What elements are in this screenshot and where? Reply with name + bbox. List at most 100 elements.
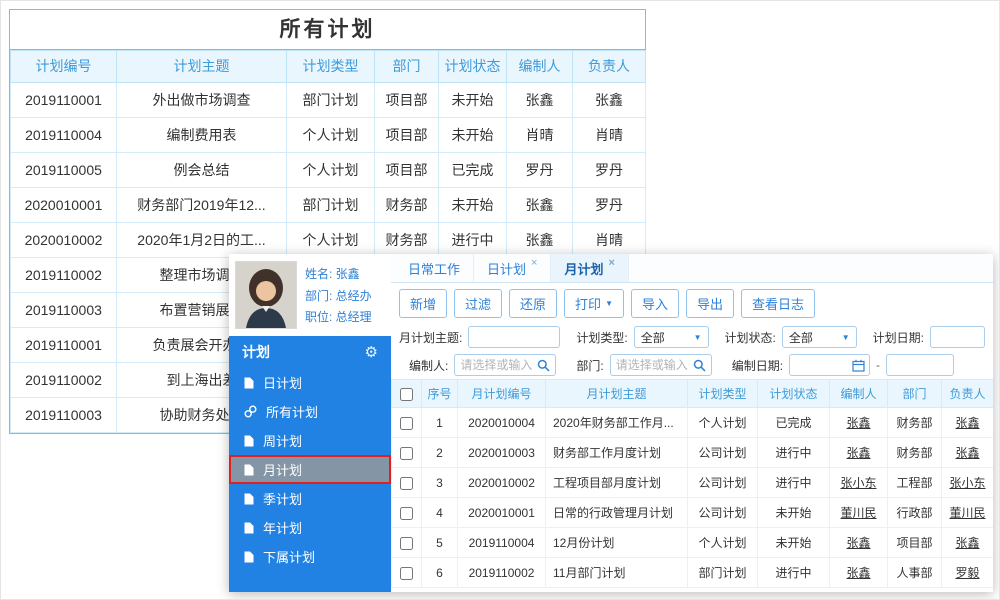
sidebar-item-quarterly-plan[interactable]: 季计划 — [229, 484, 391, 513]
plan-subject-link[interactable]: 工程项目部月度计划 — [545, 467, 688, 498]
select-all-checkbox[interactable] — [400, 387, 413, 401]
close-icon[interactable]: × — [608, 257, 614, 269]
table-cell: 肖晴 — [572, 222, 646, 258]
dept-input[interactable] — [610, 356, 693, 374]
sidebar-item-yearly-plan[interactable]: 年计划 — [229, 513, 391, 542]
table-cell: 2020010002 — [10, 222, 117, 258]
view-log-button[interactable]: 查看日志 — [741, 289, 816, 318]
table-cell: 罗丹 — [506, 152, 573, 188]
plan-id-link[interactable]: 2019110002 — [457, 557, 546, 588]
sidebar-item-daily-plan[interactable]: 日计划 — [229, 368, 391, 397]
row-checkbox[interactable] — [400, 566, 413, 580]
table-cell: 张鑫 — [506, 82, 573, 118]
tab-daily-work[interactable]: 日常工作 — [395, 254, 475, 282]
table-row[interactable]: 2019110005 例会总结 个人计划 项目部 已完成 罗丹 罗丹 — [10, 152, 646, 188]
compiler-link[interactable]: 张鑫 — [829, 407, 888, 438]
compile-date-to — [886, 354, 955, 376]
plan-subject-link[interactable]: 2020年财务部工作月... — [545, 407, 688, 438]
print-button[interactable]: 打印 ▼ — [564, 289, 624, 318]
owner-link[interactable]: 张鑫 — [941, 437, 993, 468]
row-checkbox[interactable] — [400, 536, 413, 550]
table-row[interactable]: 2019110001 外出做市场调查 部门计划 项目部 未开始 张鑫 张鑫 — [10, 82, 646, 118]
table-row[interactable]: 2019110004 编制费用表 个人计划 项目部 未开始 肖晴 肖晴 — [10, 117, 646, 153]
compiler-link[interactable]: 张鑫 — [829, 437, 888, 468]
search-icon[interactable] — [537, 359, 550, 372]
plan-id-link[interactable]: 2019110004 — [457, 527, 546, 558]
calendar-icon[interactable] — [852, 359, 865, 372]
row-checkbox[interactable] — [400, 416, 413, 430]
plan-row[interactable]: 3 2020010002 工程项目部月度计划 公司计划 进行中 张小东 工程部 张小东 — [391, 467, 993, 498]
plan-subject-link[interactable]: 11月部门计划 — [545, 557, 688, 588]
gear-icon[interactable]: ⚙ — [365, 343, 378, 361]
plan-row[interactable]: 2 2020010003 财务部工作月度计划 公司计划 进行中 张鑫 财务部 张鑫 — [391, 437, 993, 468]
sidebar-item-all-plans[interactable]: 所有计划 — [229, 397, 391, 426]
owner-link[interactable]: 张鑫 — [941, 407, 993, 438]
plan-subject-link[interactable]: 日常的行政管理月计划 — [545, 497, 688, 528]
document-icon — [244, 377, 254, 389]
profile-photo — [235, 261, 297, 329]
table-header-row: 序号 月计划编号 月计划主题 计划类型 计划状态 编制人 部门 负责人 — [391, 379, 993, 408]
compiler-link[interactable]: 张鑫 — [829, 557, 888, 588]
chevron-down-icon: ▼ — [605, 299, 613, 308]
type-filter-label: 计划类型: — [576, 330, 628, 345]
subject-input[interactable] — [468, 326, 561, 348]
plan-date-input[interactable] — [930, 326, 985, 348]
compile-date-from-input[interactable] — [790, 356, 853, 374]
plan-subject-link[interactable]: 12月份计划 — [545, 527, 688, 558]
plan-row[interactable]: 5 2019110004 12月份计划 个人计划 未开始 张鑫 项目部 张鑫 — [391, 527, 993, 558]
plan-status: 已完成 — [757, 407, 830, 438]
row-checkbox[interactable] — [400, 506, 413, 520]
chevron-down-icon: ▼ — [693, 332, 702, 342]
sidebar-item-weekly-plan[interactable]: 周计划 — [229, 426, 391, 455]
row-checkbox[interactable] — [400, 446, 413, 460]
owner-link[interactable]: 张小东 — [941, 467, 993, 498]
plan-row[interactable]: 4 2020010001 日常的行政管理月计划 公司计划 未开始 董川民 行政部 董川民 — [391, 497, 993, 528]
table-cell: 财务部 — [374, 187, 439, 223]
sidebar-item-monthly-plan[interactable]: 月计划 — [229, 455, 391, 484]
button-label: 打印 — [575, 297, 602, 312]
compiler-search — [454, 354, 557, 376]
column-header: 月计划编号 — [457, 379, 546, 408]
row-checkbox-cell — [391, 557, 422, 588]
add-button[interactable]: 新增 — [399, 289, 448, 318]
import-button[interactable]: 导入 — [630, 289, 679, 318]
search-icon[interactable] — [693, 359, 706, 372]
column-header: 部门 — [374, 50, 439, 83]
close-icon[interactable]: × — [531, 257, 537, 269]
document-icon — [244, 551, 254, 563]
table-cell: 张鑫 — [506, 187, 573, 223]
compiler-input[interactable] — [455, 356, 538, 374]
compiler-link[interactable]: 张鑫 — [829, 527, 888, 558]
table-row[interactable]: 2020010002 2020年1月2日的工... 个人计划 财务部 进行中 张鑫 肖晴 — [10, 222, 646, 258]
compile-date-to-input[interactable] — [887, 356, 950, 374]
owner-link[interactable]: 董川民 — [941, 497, 993, 528]
compile-date-from — [789, 354, 871, 376]
type-select[interactable]: 全部 ▼ — [633, 326, 709, 348]
plan-row[interactable]: 1 2020010004 2020年财务部工作月... 个人计划 已完成 张鑫 财务部 张鑫 — [391, 407, 993, 438]
dept-filter-label: 部门: — [576, 358, 604, 373]
filter-button[interactable]: 过滤 — [454, 289, 503, 318]
plan-id-link[interactable]: 2020010003 — [457, 437, 546, 468]
owner-link[interactable]: 罗毅 — [941, 557, 993, 588]
export-button[interactable]: 导出 — [686, 289, 735, 318]
sidebar-header: 计划 ⚙ — [229, 336, 391, 368]
row-checkbox[interactable] — [400, 476, 413, 490]
owner-link[interactable]: 张鑫 — [941, 527, 993, 558]
date-range-separator: - — [876, 358, 881, 372]
plan-id-link[interactable]: 2020010002 — [457, 467, 546, 498]
reset-button[interactable]: 还原 — [509, 289, 558, 318]
compiler-link[interactable]: 张小东 — [829, 467, 888, 498]
plan-id-link[interactable]: 2020010001 — [457, 497, 546, 528]
table-row[interactable]: 2020010001 财务部门2019年12... 部门计划 财务部 未开始 张鑫 罗丹 — [10, 187, 646, 223]
status-select[interactable]: 全部 ▼ — [781, 326, 857, 348]
compiler-link[interactable]: 董川民 — [829, 497, 888, 528]
plan-subject-link[interactable]: 财务部工作月度计划 — [545, 437, 688, 468]
plan-id-link[interactable]: 2020010004 — [457, 407, 546, 438]
sidebar-item-subordinate-plans[interactable]: 下属计划 — [229, 542, 391, 571]
table-cell: 编制费用表 — [116, 117, 287, 153]
dept-search — [609, 354, 712, 376]
tab-daily-plan[interactable]: 日计划 × — [474, 254, 552, 282]
tab-monthly-plan[interactable]: 月计划 × — [551, 254, 629, 282]
subject-filter-label: 月计划主题: — [399, 330, 463, 345]
plan-row[interactable]: 6 2019110002 11月部门计划 部门计划 进行中 张鑫 人事部 罗毅 — [391, 557, 993, 588]
